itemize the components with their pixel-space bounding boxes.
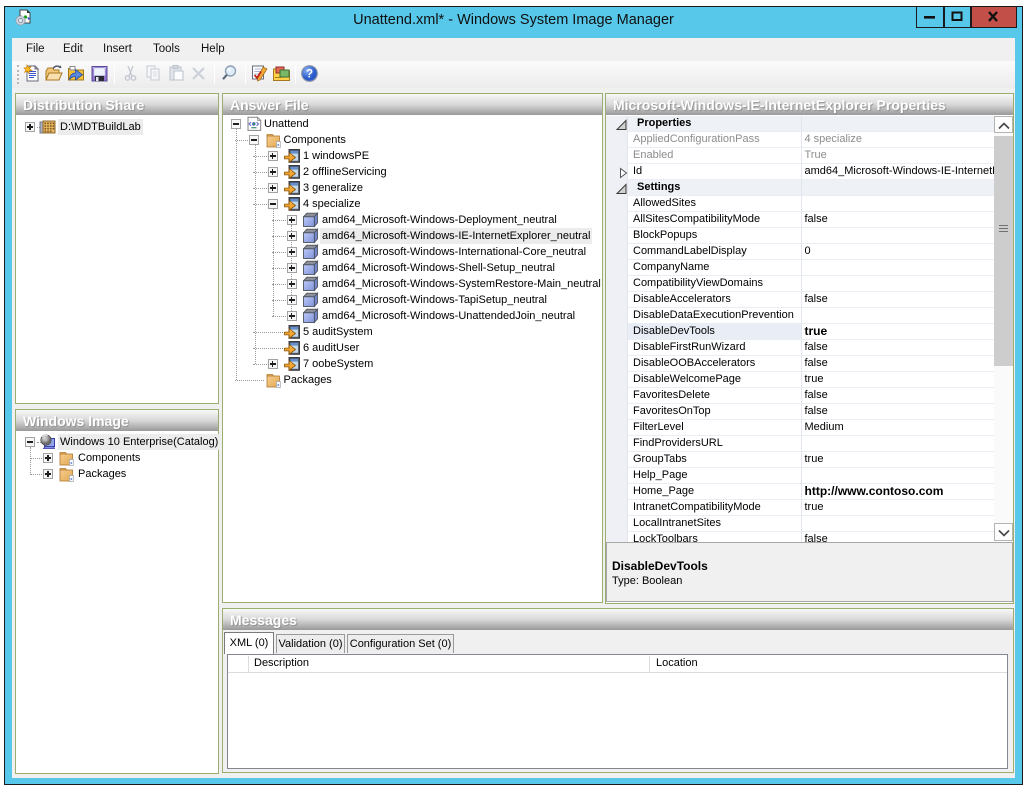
svg-text:?: ? — [306, 69, 313, 81]
